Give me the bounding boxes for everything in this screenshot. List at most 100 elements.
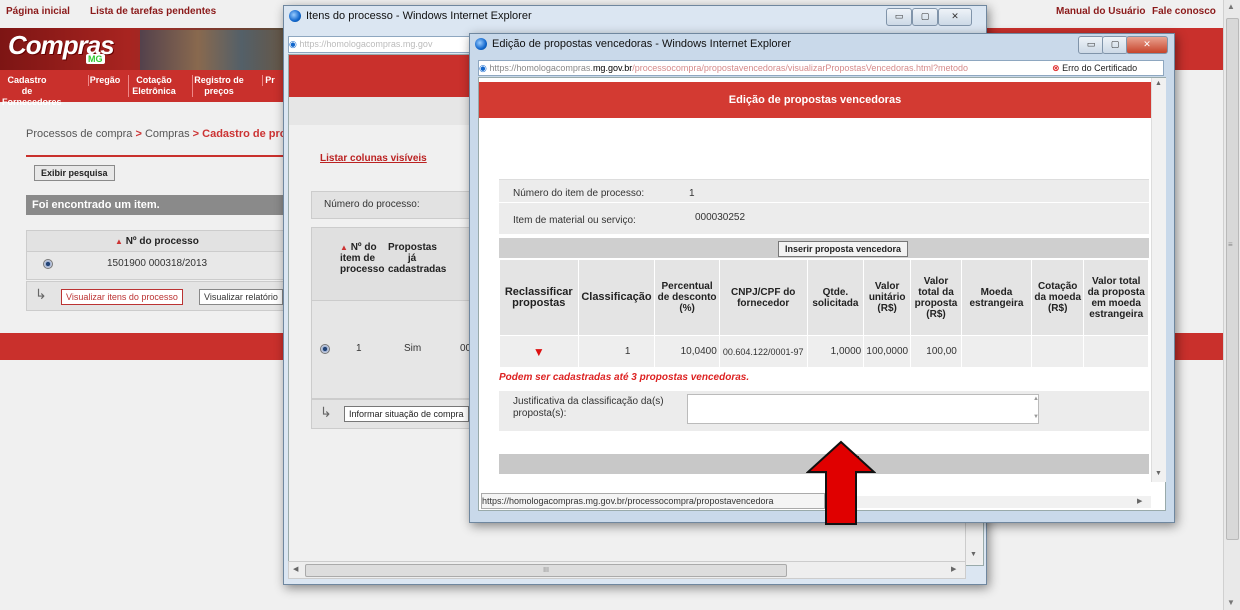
status-bar: https://homologacompras.mg.gov.br/proces… bbox=[481, 493, 825, 509]
results-found-text: Foi encontrado um item. bbox=[32, 199, 160, 211]
items-address-bar[interactable]: ◉ https://homologacompras.mg.gov bbox=[288, 36, 478, 53]
breadcrumb-current: Cadastro de prop bbox=[202, 128, 294, 140]
items-window-title: Itens do processo - Windows Internet Exp… bbox=[306, 10, 532, 22]
item-number-label: Número do item de processo: bbox=[513, 188, 645, 199]
scroll-up-icon[interactable]: ▲ bbox=[1227, 2, 1235, 11]
menu-truncated[interactable]: Pr bbox=[262, 75, 277, 86]
view-report-button[interactable]: Visualizar relatório bbox=[199, 289, 283, 305]
ie-icon bbox=[475, 38, 487, 50]
return-arrow-icon: ↳ bbox=[320, 404, 332, 420]
col-reclassify: Reclassificar propostas bbox=[499, 259, 579, 336]
material-value: 000030252 bbox=[695, 212, 746, 223]
home-link[interactable]: Página inicial bbox=[6, 6, 70, 17]
scroll-grip-icon: ≡ bbox=[1228, 240, 1233, 249]
pending-tasks-link[interactable]: Lista de tarefas pendentes bbox=[90, 6, 216, 17]
page-scrollbar[interactable]: ▲ ≡ ▼ bbox=[1223, 0, 1240, 610]
textarea-scroll-down-icon[interactable]: ▼ bbox=[1033, 414, 1039, 420]
results-actions-bar: ↳ Visualizar itens do processo Visualiza… bbox=[26, 281, 290, 311]
proposals-table: Reclassificar propostas Classificação Pe… bbox=[499, 259, 1149, 368]
close-icon[interactable]: ✕ bbox=[1126, 36, 1168, 54]
col-total-foreign: Valor total da proposta em moeda estrang… bbox=[1083, 259, 1149, 336]
material-label: Item de material ou serviço: bbox=[513, 215, 636, 226]
breadcrumb-compras[interactable]: Compras bbox=[145, 128, 190, 140]
items-actions-bar: ↳ Informar situação de compra bbox=[311, 399, 473, 429]
foreign-currency-cell bbox=[960, 335, 1033, 368]
col-unit-value: Valor unitário (R$) bbox=[863, 259, 912, 336]
column-header-item-number[interactable]: ▲ Nº do item de processo bbox=[340, 242, 384, 275]
return-arrow-icon: ↳ bbox=[35, 286, 47, 302]
column-header-process-number[interactable]: ▲ Nº do processo bbox=[115, 236, 199, 247]
row-radio[interactable] bbox=[43, 259, 53, 269]
inform-purchase-status-button[interactable]: Informar situação de compra bbox=[344, 406, 469, 422]
discount-cell: 10,0400 bbox=[654, 335, 720, 368]
column-header-proposals[interactable]: Propostas já cadastradas bbox=[388, 242, 446, 275]
item-number-value: 1 bbox=[689, 188, 695, 199]
show-search-button[interactable]: Exibir pesquisa bbox=[34, 165, 115, 181]
certificate-error[interactable]: ⊗ Erro do Certificado bbox=[1048, 61, 1138, 75]
col-total: Valor total da proposta (R$) bbox=[910, 259, 962, 336]
close-icon[interactable]: ✕ bbox=[938, 8, 972, 26]
process-number-filter-bar: Número do processo: bbox=[311, 191, 473, 219]
user-manual-link[interactable]: Manual do Usuário bbox=[1056, 6, 1145, 17]
scroll-down-icon[interactable]: ▼ bbox=[1155, 470, 1162, 477]
proposal-row: ▼ 1 10,0400 00.604.122/0001-97 1,0000 10… bbox=[499, 335, 1149, 368]
mg-logo-badge: MG bbox=[86, 54, 105, 64]
col-quantity: Qtde. solicitada bbox=[806, 259, 865, 336]
total-foreign-cell bbox=[1083, 335, 1149, 368]
col-cnpj: CNPJ/CPF do fornecedor bbox=[718, 259, 808, 336]
results-found-bar: Foi encontrado um item. bbox=[26, 195, 292, 215]
process-number-label: Número do processo: bbox=[324, 199, 420, 210]
edit-vscroll[interactable]: ▲ ▼ bbox=[1151, 78, 1166, 482]
minimize-icon[interactable]: ▭ bbox=[886, 8, 912, 26]
menu-registro-precos[interactable]: Registro de preços bbox=[192, 75, 245, 97]
breadcrumb-processos[interactable]: Processos de compra bbox=[26, 128, 132, 140]
menu-pregao[interactable]: Pregão bbox=[88, 75, 121, 86]
sort-up-icon: ▲ bbox=[115, 237, 123, 246]
item-number-cell: 1 bbox=[356, 343, 362, 354]
url-rest: /processocompra/propostavencedoras/visua… bbox=[632, 63, 968, 73]
list-visible-columns-link[interactable]: Listar colunas visíveis bbox=[320, 153, 427, 164]
justification-textarea[interactable] bbox=[687, 394, 1039, 424]
contact-link[interactable]: Fale conosco bbox=[1152, 6, 1216, 17]
certificate-error-icon: ⊗ bbox=[1052, 63, 1060, 73]
maximize-icon[interactable]: ▢ bbox=[912, 8, 938, 26]
exchange-rate-cell bbox=[1030, 335, 1085, 368]
menu-cadastro-fornecedores[interactable]: Cadastro de Fornecedores bbox=[2, 75, 62, 108]
scroll-up-icon[interactable]: ▲ bbox=[1155, 80, 1162, 87]
scroll-right-icon[interactable]: ▶ bbox=[951, 565, 956, 573]
menu-cotacao-eletronica[interactable]: Cotação Eletrônica bbox=[128, 75, 179, 97]
results-table: ▲ Nº do processo 1501900 000318/2013 bbox=[26, 230, 290, 280]
hscroll-thumb[interactable]: III bbox=[305, 564, 787, 577]
page-scroll-thumb[interactable] bbox=[1226, 18, 1239, 540]
classification-cell: 1 bbox=[577, 335, 656, 368]
col-exchange-rate: Cotação da moeda (R$) bbox=[1030, 259, 1085, 336]
ie-icon bbox=[289, 10, 301, 22]
breadcrumb: Processos de compra > Compras > Cadastro… bbox=[26, 128, 293, 140]
items-row-radio[interactable] bbox=[320, 344, 330, 354]
edit-address-bar[interactable]: ◉ https://homologacompras.mg.gov.br/proc… bbox=[478, 60, 1164, 76]
view-process-items-button[interactable]: Visualizar itens do processo bbox=[61, 289, 183, 305]
proposals-cell: Sim bbox=[404, 343, 422, 354]
minimize-icon[interactable]: ▭ bbox=[1078, 36, 1104, 54]
max-proposals-warning: Podem ser cadastradas até 3 propostas ve… bbox=[499, 372, 750, 383]
quantity-cell: 1,0000 bbox=[806, 335, 865, 368]
cnpj-cell: 00.604.122/0001-97 bbox=[718, 335, 808, 368]
reclassify-down-arrow-icon[interactable]: ▼ bbox=[533, 345, 545, 359]
breadcrumb-separator: > bbox=[135, 128, 142, 140]
items-hscroll-bar[interactable]: ◀ III ▶ bbox=[288, 561, 966, 579]
url-prefix: https://homologacompras. bbox=[489, 63, 593, 73]
insert-winning-proposal-button[interactable]: Inserir proposta vencedora bbox=[778, 241, 909, 257]
maximize-icon[interactable]: ▢ bbox=[1102, 36, 1128, 54]
justification-label: Justificativa da classificação da(s) pro… bbox=[513, 396, 664, 419]
scroll-down-icon[interactable]: ▼ bbox=[1227, 598, 1235, 607]
scroll-right-icon[interactable]: ▶ bbox=[1137, 497, 1142, 505]
scroll-left-icon[interactable]: ◀ bbox=[293, 565, 298, 573]
brand-photo-strip bbox=[140, 30, 285, 70]
edit-window-title: Edição de propostas vencedoras - Windows… bbox=[492, 38, 791, 50]
ie-page-icon: ◉ bbox=[479, 63, 487, 73]
items-table: ▲ Nº do item de processo Propostas já ca… bbox=[311, 227, 473, 399]
red-arrow-annotation-icon bbox=[806, 440, 876, 525]
items-url: https://homologacompras.mg.gov bbox=[299, 39, 433, 49]
textarea-scroll-up-icon[interactable]: ▲ bbox=[1033, 396, 1039, 402]
scroll-down-icon[interactable]: ▼ bbox=[970, 551, 977, 558]
